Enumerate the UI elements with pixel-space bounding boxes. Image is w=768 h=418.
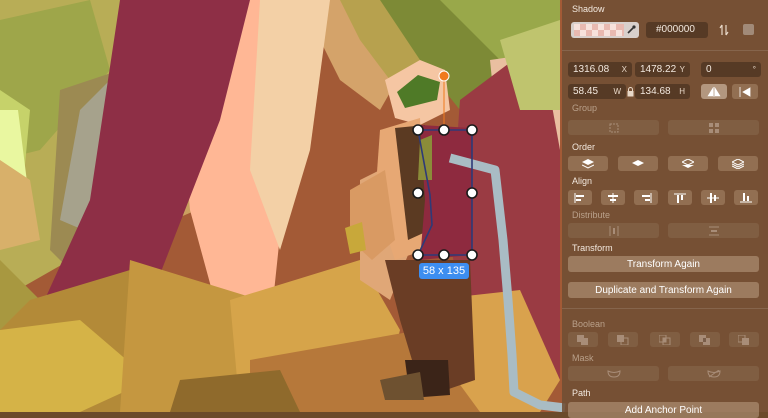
align-bottom-button[interactable] <box>734 190 758 205</box>
handle-middle-left[interactable] <box>412 187 424 199</box>
mask-button[interactable] <box>568 366 659 381</box>
boolean-subtract-button[interactable] <box>608 332 638 347</box>
rotation-handle[interactable] <box>438 70 450 82</box>
shadow-hex-field[interactable]: #000000 <box>646 22 708 38</box>
shadow-checkbox[interactable] <box>743 24 754 35</box>
align-middle-button[interactable] <box>701 190 725 205</box>
align-center-icon <box>608 192 618 203</box>
boolean-section-title: Boolean <box>572 319 606 329</box>
bring-to-front-icon <box>582 158 594 169</box>
divider <box>562 308 768 309</box>
mask-section-title: Mask <box>572 353 594 363</box>
flip-vertical-icon <box>739 86 751 97</box>
eyedropper-icon[interactable] <box>626 25 636 35</box>
boolean-union-icon <box>577 334 588 345</box>
bring-forward-icon <box>632 159 644 166</box>
send-to-back-icon <box>732 158 744 169</box>
checkerboard-swatch-icon <box>574 24 624 36</box>
send-to-back-button[interactable] <box>718 156 758 171</box>
handle-bottom-center[interactable] <box>438 249 450 261</box>
mask-icon <box>606 369 621 378</box>
align-section-title: Align <box>572 176 593 186</box>
rotation-field[interactable]: 0 ° <box>701 62 761 77</box>
boolean-intersect-button[interactable] <box>650 332 680 347</box>
distribute-vertical-icon <box>708 226 719 235</box>
align-middle-icon <box>707 192 719 203</box>
align-bottom-icon <box>740 192 752 202</box>
boolean-divide-icon <box>738 334 749 345</box>
path-section-title: Path <box>572 388 591 398</box>
align-center-button[interactable] <box>601 190 625 205</box>
add-anchor-point-button[interactable]: Add Anchor Point <box>568 402 759 418</box>
align-left-button[interactable] <box>568 190 592 205</box>
distribute-horizontal-icon <box>609 225 618 236</box>
group-button[interactable] <box>568 120 659 135</box>
align-left-icon <box>574 192 584 203</box>
distribute-section-title: Distribute <box>572 210 611 220</box>
align-right-button[interactable] <box>634 190 658 205</box>
transform-section-title: Transform <box>572 243 613 253</box>
boolean-divide-button[interactable] <box>729 332 759 347</box>
align-top-button[interactable] <box>668 190 692 205</box>
ungroup-button[interactable] <box>668 120 759 135</box>
transform-again-button[interactable]: Transform Again <box>568 256 759 272</box>
lock-icon[interactable] <box>626 85 635 98</box>
y-position-field[interactable]: 1478.22 Y <box>635 62 690 77</box>
boolean-exclude-icon <box>699 334 710 345</box>
shadow-section-title: Shadow <box>572 4 605 14</box>
swap-icon[interactable] <box>717 22 731 38</box>
send-backward-button[interactable] <box>668 156 708 171</box>
bring-forward-button[interactable] <box>618 156 658 171</box>
inspector-panel: Shadow #000000 1316.08 X 1478.22 Y 0 ° 58.4… <box>562 0 768 418</box>
handle-top-center[interactable] <box>438 124 450 136</box>
background-polygons <box>0 0 560 412</box>
divider <box>562 50 768 51</box>
distribute-horizontal-button[interactable] <box>568 223 659 238</box>
unmask-button[interactable] <box>668 366 759 381</box>
shadow-color-well[interactable] <box>571 22 639 38</box>
unmask-icon <box>706 369 721 378</box>
handle-top-left[interactable] <box>412 124 424 136</box>
bring-to-front-button[interactable] <box>568 156 608 171</box>
flip-vertical-button[interactable] <box>732 84 758 99</box>
ungroup-icon <box>708 122 719 133</box>
distribute-vertical-button[interactable] <box>668 223 759 238</box>
x-position-field[interactable]: 1316.08 X <box>568 62 632 77</box>
selection-size-badge: 58 x 135 <box>419 263 469 279</box>
group-section-title: Group <box>572 103 598 113</box>
flip-horizontal-icon <box>707 86 721 97</box>
handle-top-right[interactable] <box>466 124 478 136</box>
handle-bottom-left[interactable] <box>412 249 424 261</box>
duplicate-and-transform-again-button[interactable]: Duplicate and Transform Again <box>568 282 759 298</box>
handle-middle-right[interactable] <box>466 187 478 199</box>
align-top-icon <box>674 193 686 203</box>
handle-bottom-right[interactable] <box>466 249 478 261</box>
flip-horizontal-button[interactable] <box>701 84 727 99</box>
send-backward-icon <box>682 158 694 168</box>
group-icon <box>609 123 618 132</box>
boolean-exclude-button[interactable] <box>690 332 720 347</box>
boolean-union-button[interactable] <box>568 332 598 347</box>
boolean-intersect-icon <box>659 334 671 345</box>
width-field[interactable]: 58.45 W <box>568 84 626 99</box>
boolean-subtract-icon <box>617 334 629 345</box>
height-field[interactable]: 134.68 H <box>635 84 690 99</box>
order-section-title: Order <box>572 142 596 152</box>
align-right-icon <box>642 192 652 203</box>
